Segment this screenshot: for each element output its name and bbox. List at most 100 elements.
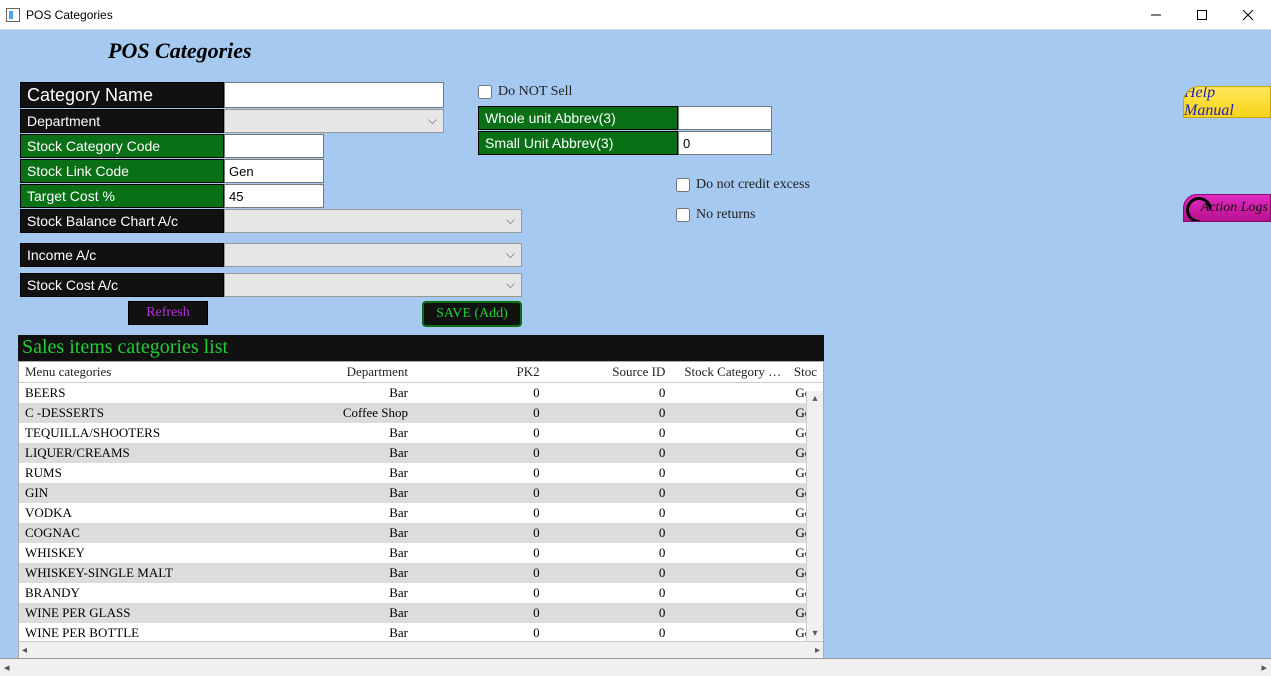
- cell: BRANDY: [19, 583, 256, 603]
- window-maximize-button[interactable]: [1179, 0, 1225, 30]
- table-row[interactable]: WHISKEYBar00Gen: [19, 543, 823, 563]
- cell: [671, 451, 787, 455]
- cell: WINE PER GLASS: [19, 603, 256, 623]
- table-row[interactable]: GINBar00Gen: [19, 483, 823, 503]
- categories-grid[interactable]: Menu categories Department PK2 Source ID…: [18, 361, 824, 659]
- cell: 0: [546, 423, 672, 443]
- do-not-credit-excess-checkbox[interactable]: Do not credit excess: [676, 177, 858, 193]
- save-button[interactable]: SAVE (Add): [422, 301, 522, 327]
- scroll-right-icon[interactable]: ▸: [815, 645, 820, 656]
- table-row[interactable]: C -DESSERTSCoffee Shop00Gen: [19, 403, 823, 423]
- window-title: POS Categories: [26, 8, 113, 22]
- department-select[interactable]: [224, 109, 444, 133]
- cell: VODKA: [19, 503, 256, 523]
- cell: WHISKEY: [19, 543, 256, 563]
- cell: 0: [546, 523, 672, 543]
- category-name-input[interactable]: [224, 82, 444, 108]
- col-header-menu[interactable]: Menu categories: [19, 362, 256, 382]
- help-manual-tab[interactable]: Help Manual: [1183, 86, 1271, 118]
- col-header-department[interactable]: Department: [256, 362, 414, 382]
- page-title: POS Categories: [0, 30, 1271, 64]
- cell: 0: [546, 463, 672, 483]
- cell: Bar: [256, 543, 414, 563]
- table-row[interactable]: BEERSBar00Gen: [19, 383, 823, 403]
- cell: Bar: [256, 423, 414, 443]
- cell: 0: [414, 563, 546, 583]
- cell: 0: [546, 543, 672, 563]
- cell: Bar: [256, 443, 414, 463]
- scroll-up-icon[interactable]: ▴: [812, 391, 817, 406]
- cell: Bar: [256, 463, 414, 483]
- form-horizontal-scrollbar[interactable]: ◂ ▸: [0, 658, 1271, 676]
- col-header-stoc[interactable]: Stoc: [787, 362, 823, 382]
- cell: 0: [414, 403, 546, 423]
- grid-panel: Sales items categories list Menu categor…: [18, 335, 824, 659]
- grid-title: Sales items categories list: [18, 335, 824, 361]
- table-row[interactable]: BRANDYBar00Gen: [19, 583, 823, 603]
- grid-horizontal-scrollbar[interactable]: ◂ ▸: [19, 641, 823, 658]
- table-row[interactable]: LIQUER/CREAMSBar00Gen: [19, 443, 823, 463]
- label-small-unit-abbrev: Small Unit Abbrev(3): [478, 131, 678, 155]
- cell: 0: [546, 623, 672, 643]
- cell: Bar: [256, 603, 414, 623]
- scroll-down-icon[interactable]: ▾: [812, 626, 817, 641]
- table-row[interactable]: VODKABar00Gen: [19, 503, 823, 523]
- window-minimize-button[interactable]: [1133, 0, 1179, 30]
- grid-body[interactable]: BEERSBar00GenC -DESSERTSCoffee Shop00Gen…: [19, 383, 823, 658]
- cell: Bar: [256, 583, 414, 603]
- target-cost-pct-input[interactable]: [224, 184, 324, 208]
- col-header-stock-category[interactable]: Stock Category …: [671, 362, 787, 382]
- stock-cost-ac-select[interactable]: [224, 273, 522, 297]
- cell: 0: [414, 583, 546, 603]
- table-row[interactable]: WINE PER BOTTLEBar00Gen: [19, 623, 823, 643]
- action-logs-tab[interactable]: Action Logs: [1183, 194, 1271, 222]
- cell: [671, 471, 787, 475]
- do-not-sell-input[interactable]: [478, 85, 492, 99]
- cell: 0: [546, 403, 672, 423]
- no-returns-checkbox[interactable]: No returns: [676, 207, 858, 223]
- table-row[interactable]: COGNACBar00Gen: [19, 523, 823, 543]
- no-returns-label: No returns: [696, 207, 756, 223]
- cell: Bar: [256, 523, 414, 543]
- table-row[interactable]: WINE PER GLASSBar00Gen: [19, 603, 823, 623]
- no-returns-input[interactable]: [676, 208, 690, 222]
- window-close-button[interactable]: [1225, 0, 1271, 30]
- label-stock-cost-ac: Stock Cost A/c: [20, 273, 224, 297]
- label-department: Department: [20, 109, 224, 133]
- grid-vertical-scrollbar[interactable]: ▴ ▾: [806, 391, 823, 641]
- cell: [671, 491, 787, 495]
- app-body: POS Categories Category Name Department …: [0, 30, 1271, 676]
- col-header-source-id[interactable]: Source ID: [546, 362, 672, 382]
- col-header-pk2[interactable]: PK2: [414, 362, 546, 382]
- label-income-ac: Income A/c: [20, 243, 224, 267]
- scroll-left-icon[interactable]: ◂: [22, 645, 27, 656]
- form-scroll-left-icon[interactable]: ◂: [4, 661, 10, 674]
- cell: Bar: [256, 623, 414, 643]
- table-row[interactable]: RUMSBar00Gen: [19, 463, 823, 483]
- income-ac-select[interactable]: [224, 243, 522, 267]
- cell: 0: [546, 583, 672, 603]
- cell: [671, 631, 787, 635]
- cell: 0: [546, 443, 672, 463]
- cell: Bar: [256, 483, 414, 503]
- form-scroll-right-icon[interactable]: ▸: [1261, 661, 1267, 674]
- whole-unit-abbrev-input[interactable]: [678, 106, 772, 130]
- table-row[interactable]: TEQUILLA/SHOOTERSBar00Gen: [19, 423, 823, 443]
- refresh-button[interactable]: Refresh: [128, 301, 208, 325]
- do-not-sell-checkbox[interactable]: Do NOT Sell: [478, 84, 858, 100]
- cell: 0: [546, 483, 672, 503]
- cell: 0: [546, 383, 672, 403]
- cell: Bar: [256, 563, 414, 583]
- label-whole-unit-abbrev: Whole unit Abbrev(3): [478, 106, 678, 130]
- stock-link-code-input[interactable]: [224, 159, 324, 183]
- cell: [671, 511, 787, 515]
- cell: [671, 391, 787, 395]
- action-logs-label: Action Logs: [1201, 200, 1268, 216]
- small-unit-abbrev-input[interactable]: [678, 131, 772, 155]
- app-icon: [6, 8, 20, 22]
- cell: 0: [414, 503, 546, 523]
- table-row[interactable]: WHISKEY-SINGLE MALTBar00Gen: [19, 563, 823, 583]
- do-not-credit-excess-input[interactable]: [676, 178, 690, 192]
- cell: C -DESSERTS: [19, 403, 256, 423]
- stock-category-code-input[interactable]: [224, 134, 324, 158]
